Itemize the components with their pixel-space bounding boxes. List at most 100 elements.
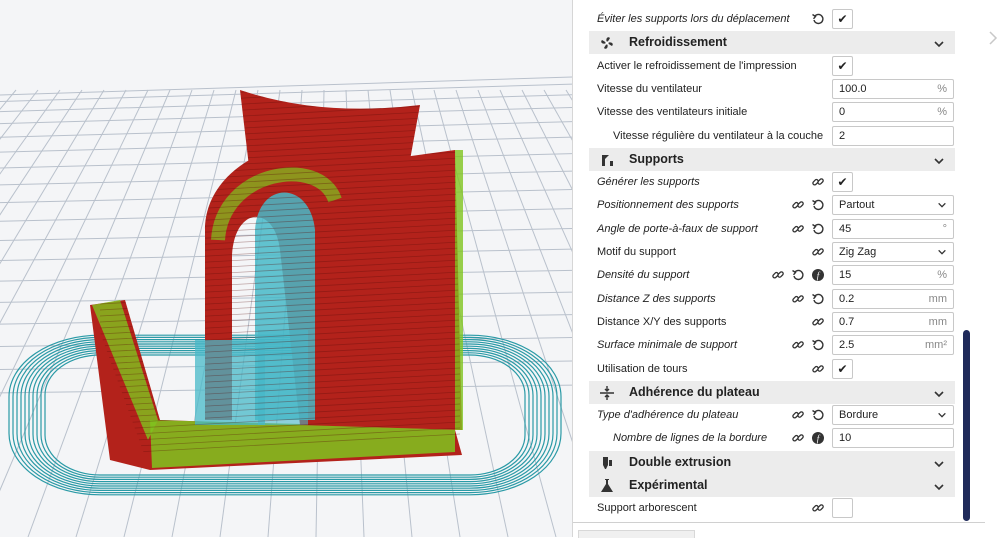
section-adhesion[interactable]: Adhérence du plateau xyxy=(589,381,955,404)
print-settings-panel: Éviter les supports lors du déplacement ✔… xyxy=(572,0,985,537)
setting-input[interactable]: 100.0% xyxy=(832,79,954,99)
setting-label: Activer le refroidissement de l'impressi… xyxy=(597,60,797,72)
setting-dropdown[interactable]: Partout xyxy=(832,195,954,215)
setting-row: Générer les supports ✔ xyxy=(589,171,959,194)
setting-checkbox[interactable]: ✔ xyxy=(832,56,853,76)
section-title: Expérimental xyxy=(629,478,708,492)
input-unit: % xyxy=(937,106,947,118)
chevron-down-icon xyxy=(937,247,947,257)
chevron-down-icon[interactable] xyxy=(933,457,945,469)
setting-label: Angle de porte-à-faux de support xyxy=(597,223,758,235)
input-unit: % xyxy=(937,269,947,281)
section-title: Adhérence du plateau xyxy=(629,385,760,399)
setting-input[interactable]: 45 ° xyxy=(832,219,954,239)
link-icon[interactable] xyxy=(791,408,805,422)
input-value: 0.2 xyxy=(839,293,855,305)
setting-row: Activer le refroidissement de l'impressi… xyxy=(589,55,959,78)
check-icon: ✔ xyxy=(837,12,848,26)
setting-dropdown[interactable]: Bordure xyxy=(832,405,954,425)
setting-row: Vitesse des ventilateurs initiale 0% xyxy=(589,101,959,124)
chevron-down-icon[interactable] xyxy=(933,154,945,166)
setting-input[interactable]: 2 xyxy=(832,126,954,146)
reset-icon[interactable] xyxy=(791,268,805,282)
link-icon[interactable] xyxy=(811,362,825,376)
input-unit: mm² xyxy=(925,339,947,351)
link-icon[interactable] xyxy=(771,268,785,282)
section-experimental[interactable]: Expérimental xyxy=(589,474,955,497)
chevron-down-icon[interactable] xyxy=(933,37,945,49)
check-icon: ✔ xyxy=(837,59,848,73)
link-icon[interactable] xyxy=(791,338,805,352)
setting-input[interactable]: 0% xyxy=(832,102,954,122)
setting-row: Surface minimale de support 2.5 mm² xyxy=(589,334,959,357)
setting-label: Densité du support xyxy=(597,269,690,281)
experimental-icon xyxy=(599,478,615,494)
setting-checkbox[interactable]: ✔ xyxy=(832,9,853,29)
function-icon[interactable]: f xyxy=(811,431,825,445)
setting-label: Vitesse des ventilateurs initiale xyxy=(597,106,748,118)
setting-input[interactable]: 2.5 mm² xyxy=(832,335,954,355)
section-fan[interactable]: Refroidissement xyxy=(589,31,955,54)
setting-label: Utilisation de tours xyxy=(597,363,688,375)
reset-icon[interactable] xyxy=(811,408,825,422)
link-icon[interactable] xyxy=(811,175,825,189)
link-icon[interactable] xyxy=(791,431,805,445)
link-icon[interactable] xyxy=(791,222,805,236)
setting-label: Motif du support xyxy=(597,246,676,258)
link-icon[interactable] xyxy=(811,315,825,329)
function-icon[interactable]: f xyxy=(811,268,825,282)
setting-label: Surface minimale de support xyxy=(597,339,738,351)
dropdown-value: Bordure xyxy=(839,409,879,421)
input-value: 45 xyxy=(839,223,852,235)
input-value: 2.5 xyxy=(839,339,855,351)
reset-icon[interactable] xyxy=(811,198,825,212)
setting-input[interactable]: 0.2 mm xyxy=(832,289,954,309)
reset-icon[interactable] xyxy=(811,338,825,352)
link-icon[interactable] xyxy=(791,198,805,212)
input-unit: ° xyxy=(942,223,947,235)
setting-label: Distance Z des supports xyxy=(597,293,716,305)
settings-scrollbar[interactable] xyxy=(963,330,970,521)
chevron-down-icon[interactable] xyxy=(933,480,945,492)
setting-input[interactable]: 10 xyxy=(832,428,954,448)
chevron-down-icon xyxy=(937,410,947,420)
section-supports[interactable]: Supports xyxy=(589,148,955,171)
link-icon[interactable] xyxy=(811,245,825,259)
setting-row: Vitesse du ventilateur 100.0% xyxy=(589,78,959,101)
fan-icon xyxy=(599,35,615,51)
setting-row: Utilisation de tours ✔ xyxy=(589,358,959,381)
collapse-panel-chevron-icon[interactable] xyxy=(987,30,999,46)
setting-checkbox[interactable]: ✔ xyxy=(832,359,853,379)
section-title: Refroidissement xyxy=(629,35,727,49)
input-value: 0 xyxy=(839,106,846,118)
dual-extrusion-icon xyxy=(599,455,615,471)
setting-row: Vitesse régulière du ventilateur à la co… xyxy=(589,125,959,148)
setting-label: Éviter les supports lors du déplacement xyxy=(597,13,790,25)
setting-checkbox[interactable]: ✔ xyxy=(832,172,853,192)
setting-label: Nombre de lignes de la bordure xyxy=(613,432,768,444)
dropdown-value: Zig Zag xyxy=(839,246,877,258)
setting-checkbox[interactable] xyxy=(832,498,853,518)
supports-icon xyxy=(599,152,615,168)
setting-label: Générer les supports xyxy=(597,176,700,188)
setting-row: Positionnement des supports Partout xyxy=(589,194,959,217)
setting-row: Type d'adhérence du plateau Bordure xyxy=(589,404,959,427)
reset-icon[interactable] xyxy=(811,222,825,236)
chevron-down-icon[interactable] xyxy=(933,387,945,399)
reset-icon[interactable] xyxy=(811,12,825,26)
input-value: 0.7 xyxy=(839,316,855,328)
link-icon[interactable] xyxy=(791,292,805,306)
setting-input[interactable]: 0.7 mm xyxy=(832,312,954,332)
setting-row: Densité du support f 15% xyxy=(589,264,959,287)
sliced-model-preview[interactable] xyxy=(0,0,572,537)
setting-dropdown[interactable]: Zig Zag xyxy=(832,242,954,262)
input-value: 10 xyxy=(839,432,852,444)
section-title: Supports xyxy=(629,152,684,166)
reset-icon[interactable] xyxy=(811,292,825,306)
input-value: 100.0 xyxy=(839,83,867,95)
setting-row: Distance X/Y des supports 0.7 mm xyxy=(589,311,959,334)
setting-input[interactable]: 15% xyxy=(832,265,954,285)
3d-viewport[interactable] xyxy=(0,0,572,537)
section-dual-extrusion[interactable]: Double extrusion xyxy=(589,451,955,474)
link-icon[interactable] xyxy=(811,501,825,515)
